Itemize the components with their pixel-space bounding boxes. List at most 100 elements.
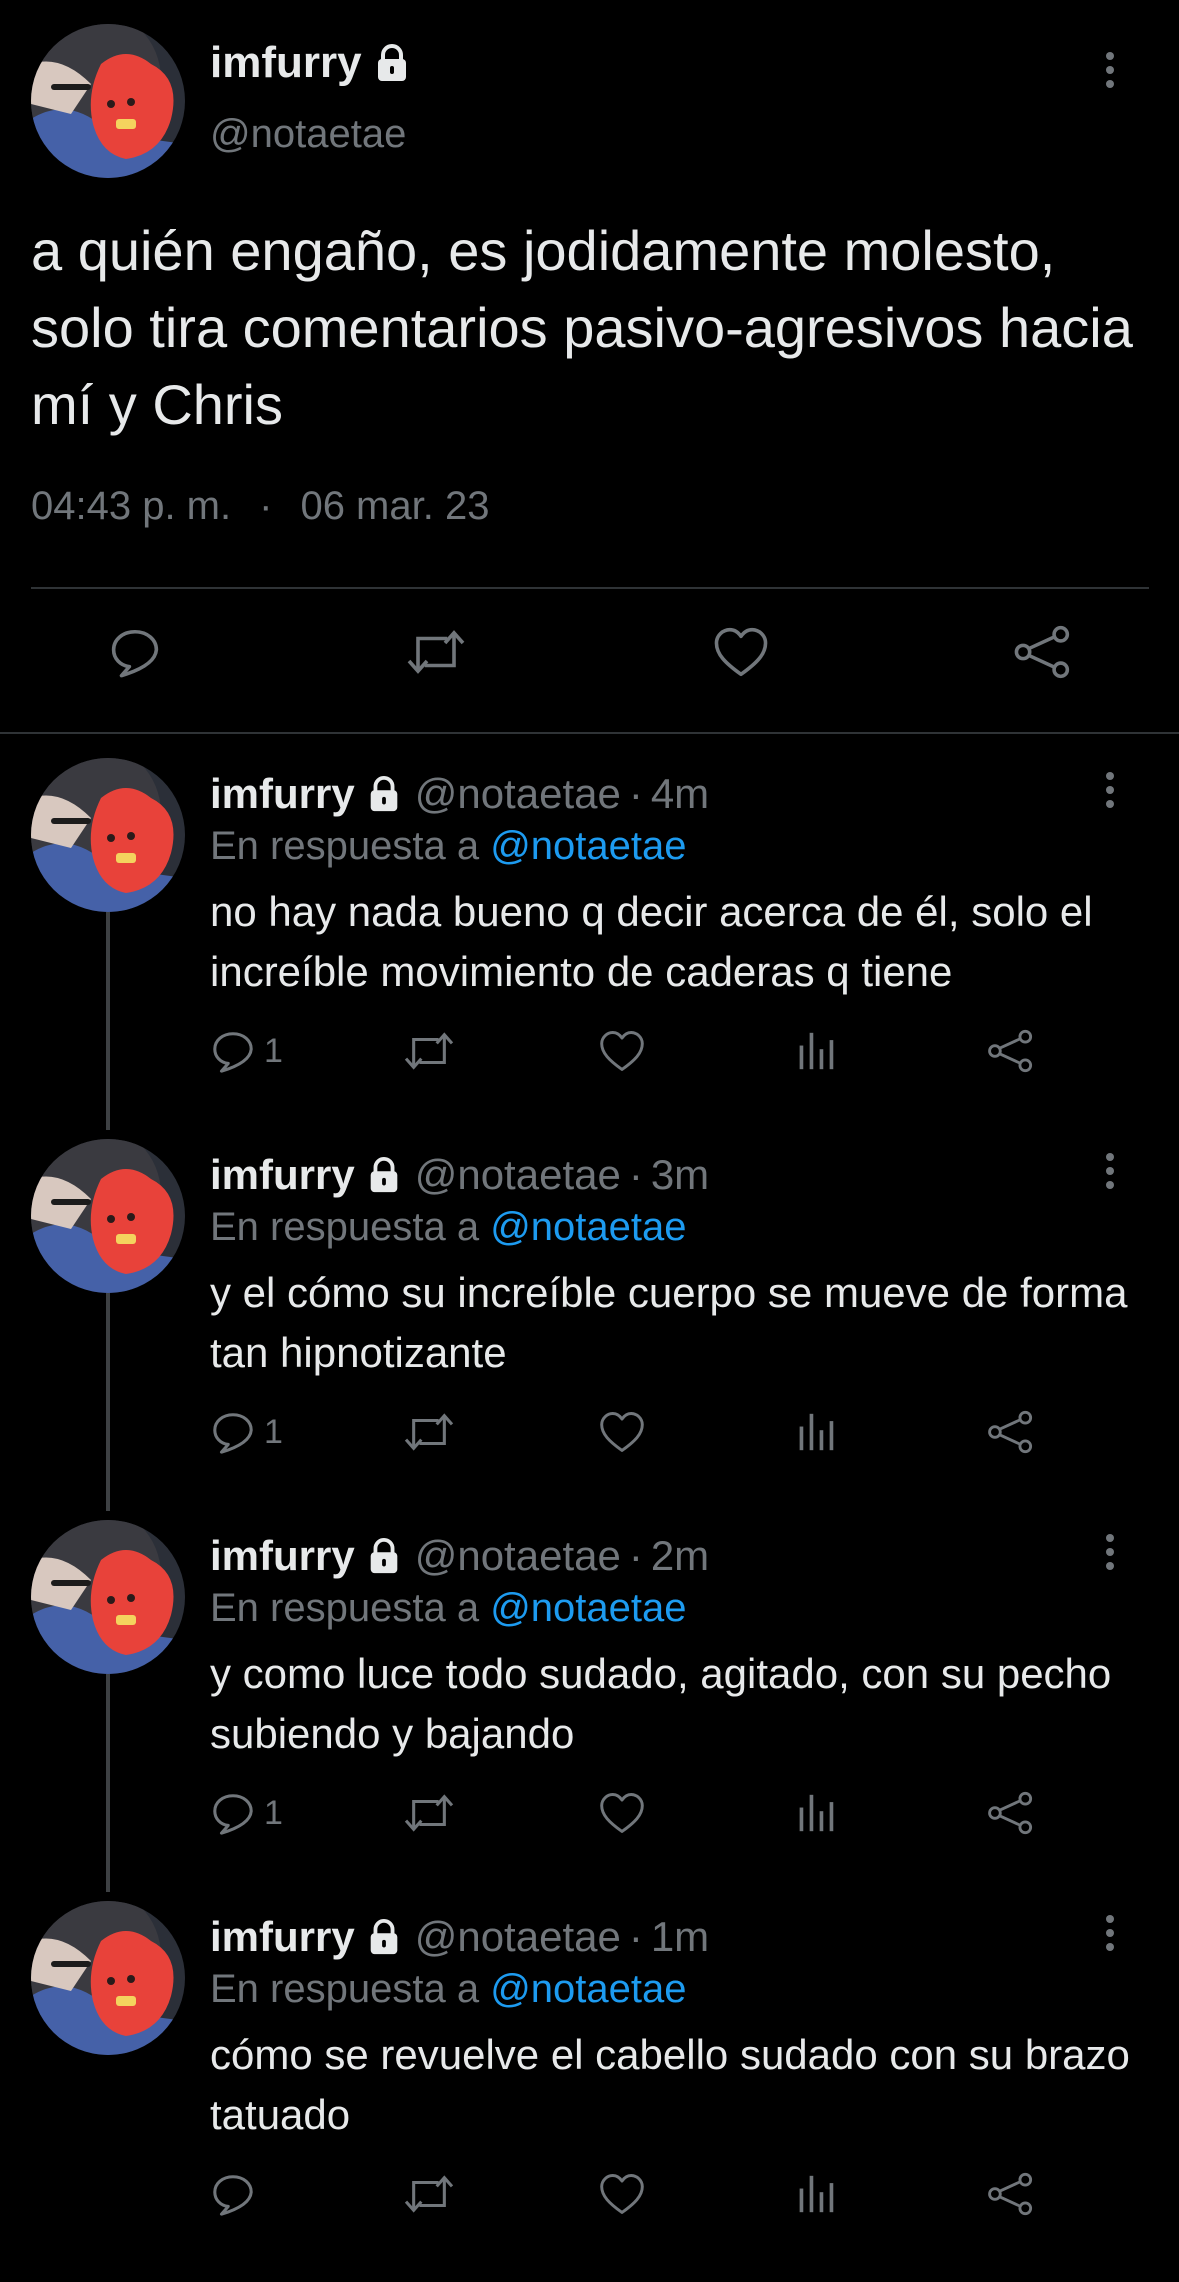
meta-dot: · (628, 1913, 643, 1960)
retweet-icon[interactable] (402, 2171, 456, 2217)
reply-text: y el cómo su increíble cuerpo se mueve d… (210, 1269, 1128, 1376)
retweet-icon[interactable] (402, 1790, 456, 1836)
reply-context-label: En respuesta a (210, 1205, 480, 1249)
tweet-meta: 04:43 p. m. · 06 mar. 23 (31, 484, 489, 529)
meta-dot: · (628, 1151, 643, 1198)
reply-context-label: En respuesta a (210, 1586, 480, 1630)
user-handle[interactable]: @notaetae (415, 1151, 621, 1199)
more-options-icon[interactable] (1100, 50, 1120, 90)
avatar[interactable] (31, 1139, 185, 1293)
more-options-icon[interactable] (1100, 1151, 1120, 1191)
like-icon[interactable] (598, 1409, 646, 1455)
display-name-text: imfurry (210, 38, 362, 87)
reply-time: 4m (650, 770, 710, 817)
reply-text: no hay nada bueno q decir acerca de él, … (210, 888, 1093, 995)
lock-icon (365, 775, 403, 813)
display-name[interactable]: imfurry (210, 770, 355, 818)
tweet-date: 06 mar. 23 (300, 484, 490, 528)
reply-time: 1m (650, 1913, 710, 1960)
share-icon[interactable] (986, 1028, 1036, 1074)
reply-button[interactable]: 1 (210, 1028, 283, 1074)
reply-context-label: En respuesta a (210, 1967, 480, 2011)
retweet-icon[interactable] (402, 1409, 456, 1455)
reply-icon[interactable] (210, 2171, 256, 2217)
share-icon[interactable] (1012, 625, 1074, 679)
reply-button[interactable]: 1 (210, 1790, 283, 1836)
views-icon[interactable] (796, 1028, 836, 1074)
views-icon[interactable] (796, 2171, 836, 2217)
avatar[interactable] (31, 1901, 185, 2055)
display-name[interactable]: imfurry (210, 38, 412, 88)
display-name[interactable]: imfurry (210, 1532, 355, 1580)
reply-time: 2m (650, 1532, 710, 1579)
reply-tweet[interactable]: imfurry @notaetae · 3m En respuesta a @n… (0, 1139, 1179, 1520)
meta-dot: · (259, 484, 273, 528)
reply-actions (0, 2171, 1179, 2231)
display-name[interactable]: imfurry (210, 1913, 355, 1961)
lock-icon (365, 1156, 403, 1194)
meta-dot: · (628, 770, 643, 817)
reply-icon[interactable] (210, 1409, 256, 1455)
reply-actions: 1 (0, 1028, 1179, 1088)
like-icon[interactable] (598, 1028, 646, 1074)
reply-button[interactable] (210, 2171, 264, 2217)
mention-link[interactable]: @notaetae (490, 824, 686, 868)
reply-header: imfurry @notaetae · 3m (210, 1151, 709, 1199)
tweet-time: 04:43 p. m. (31, 484, 232, 528)
like-icon[interactable] (598, 1790, 646, 1836)
lock-icon (365, 1537, 403, 1575)
user-handle[interactable]: @notaetae (415, 1913, 621, 1961)
avatar[interactable] (31, 1520, 185, 1674)
lock-icon (365, 1918, 403, 1956)
more-options-icon[interactable] (1100, 1532, 1120, 1572)
reply-context: En respuesta a @notaetae (210, 824, 687, 869)
avatar[interactable] (31, 24, 185, 178)
reply-time: 3m (650, 1151, 710, 1198)
reply-tweet[interactable]: imfurry @notaetae · 1m En respuesta a @n… (0, 1901, 1179, 2282)
like-icon[interactable] (712, 625, 770, 679)
reply-header: imfurry @notaetae · 2m (210, 1532, 709, 1580)
tweet-actions (0, 625, 1179, 695)
divider (31, 587, 1149, 589)
reply-icon[interactable] (210, 1790, 256, 1836)
user-handle[interactable]: @notaetae (415, 770, 621, 818)
retweet-icon[interactable] (402, 1028, 456, 1074)
reply-icon[interactable] (210, 1028, 256, 1074)
lock-icon (372, 43, 412, 83)
reply-actions: 1 (0, 1790, 1179, 1850)
meta-dot: · (628, 1532, 643, 1579)
share-icon[interactable] (986, 2171, 1036, 2217)
mention-link[interactable]: @notaetae (490, 1205, 686, 1249)
reply-count: 1 (264, 1031, 283, 1070)
display-name[interactable]: imfurry (210, 1151, 355, 1199)
avatar[interactable] (31, 758, 185, 912)
views-icon[interactable] (796, 1409, 836, 1455)
share-icon[interactable] (986, 1790, 1036, 1836)
reply-context-label: En respuesta a (210, 824, 480, 868)
retweet-icon[interactable] (404, 625, 468, 679)
like-icon[interactable] (598, 2171, 646, 2217)
mention-link[interactable]: @notaetae (490, 1967, 686, 2011)
reply-tweet[interactable]: imfurry @notaetae · 2m En respuesta a @n… (0, 1520, 1179, 1901)
reply-button[interactable]: 1 (210, 1409, 283, 1455)
divider (0, 732, 1179, 734)
reply-text: cómo se revuelve el cabello sudado con s… (210, 2031, 1130, 2138)
share-icon[interactable] (986, 1409, 1036, 1455)
reply-icon[interactable] (108, 625, 162, 679)
reply-text: y como luce todo sudado, agitado, con su… (210, 1650, 1112, 1757)
user-handle[interactable]: @notaetae (210, 112, 406, 157)
reply-header: imfurry @notaetae · 4m (210, 770, 709, 818)
reply-count: 1 (264, 1412, 283, 1451)
user-handle[interactable]: @notaetae (415, 1532, 621, 1580)
reply-context: En respuesta a @notaetae (210, 1205, 687, 1250)
more-options-icon[interactable] (1100, 770, 1120, 810)
mention-link[interactable]: @notaetae (490, 1586, 686, 1630)
views-icon[interactable] (796, 1790, 836, 1836)
reply-actions: 1 (0, 1409, 1179, 1469)
reply-header: imfurry @notaetae · 1m (210, 1913, 709, 1961)
reply-tweet[interactable]: imfurry @notaetae · 4m En respuesta a @n… (0, 758, 1179, 1139)
reply-context: En respuesta a @notaetae (210, 1967, 687, 2012)
tweet-text: a quién engaño, es jodidamente molesto, … (31, 219, 1133, 436)
more-options-icon[interactable] (1100, 1913, 1120, 1953)
reply-count: 1 (264, 1793, 283, 1832)
